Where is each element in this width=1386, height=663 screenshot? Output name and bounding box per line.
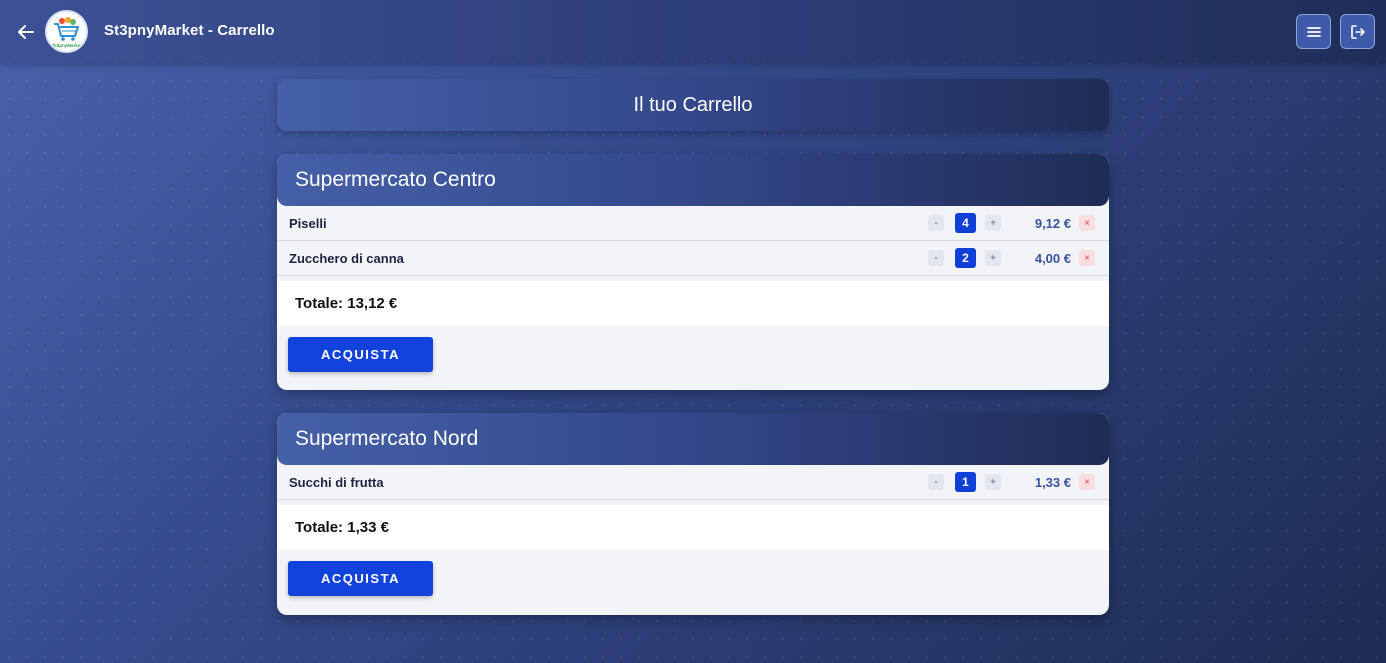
shopping-cart-logo-icon: St3pnyMarket <box>52 16 82 48</box>
logout-icon <box>1350 24 1365 39</box>
item-price: 9,12 € <box>1034 216 1071 231</box>
item-name: Piselli <box>289 216 327 231</box>
store-cart-card: Supermercato Centro Piselli - 4 + 9,12 €… <box>277 154 1109 390</box>
item-price: 4,00 € <box>1034 251 1071 266</box>
logout-button[interactable] <box>1340 14 1375 49</box>
buy-button[interactable]: ACQUISTA <box>288 561 433 596</box>
cart-total: Totale: 1,33 € <box>277 505 1109 550</box>
cart-total: Totale: 13,12 € <box>277 281 1109 326</box>
store-name: Supermercato Nord <box>277 413 1109 465</box>
decrease-quantity-button[interactable]: - <box>928 250 944 266</box>
buy-button[interactable]: ACQUISTA <box>288 337 433 372</box>
remove-item-button[interactable]: × <box>1079 474 1095 490</box>
page-title: Il tuo Carrello <box>277 79 1109 131</box>
app-logo: St3pnyMarket <box>45 10 88 53</box>
item-price: 1,33 € <box>1034 475 1071 490</box>
buy-section: ACQUISTA <box>277 326 1109 383</box>
top-bar: St3pnyMarket St3pnyMarket - Carrello <box>0 0 1386 63</box>
decrease-quantity-button[interactable]: - <box>928 474 944 490</box>
cart-item: Succhi di frutta - 1 + 1,33 € × <box>277 465 1109 500</box>
item-name: Succhi di frutta <box>289 475 384 490</box>
increase-quantity-button[interactable]: + <box>985 474 1001 490</box>
quantity-value: 2 <box>955 248 976 268</box>
decrease-quantity-button[interactable]: - <box>928 215 944 231</box>
svg-text:St3pnyMarket: St3pnyMarket <box>52 43 82 48</box>
quantity-value: 1 <box>955 472 976 492</box>
cart-item: Zucchero di canna - 2 + 4,00 € × <box>277 241 1109 276</box>
item-name: Zucchero di canna <box>289 251 404 266</box>
increase-quantity-button[interactable]: + <box>985 215 1001 231</box>
remove-item-button[interactable]: × <box>1079 250 1095 266</box>
back-button[interactable] <box>14 21 38 43</box>
app-title: St3pnyMarket - Carrello <box>104 22 275 39</box>
store-cart-card: Supermercato Nord Succhi di frutta - 1 +… <box>277 413 1109 615</box>
hamburger-menu-icon <box>1306 26 1321 37</box>
arrow-left-icon <box>18 25 34 39</box>
increase-quantity-button[interactable]: + <box>985 250 1001 266</box>
buy-section: ACQUISTA <box>277 550 1109 607</box>
remove-item-button[interactable]: × <box>1079 215 1095 231</box>
menu-button[interactable] <box>1296 14 1331 49</box>
quantity-value: 4 <box>955 213 976 233</box>
store-name: Supermercato Centro <box>277 154 1109 206</box>
cart-item: Piselli - 4 + 9,12 € × <box>277 206 1109 241</box>
